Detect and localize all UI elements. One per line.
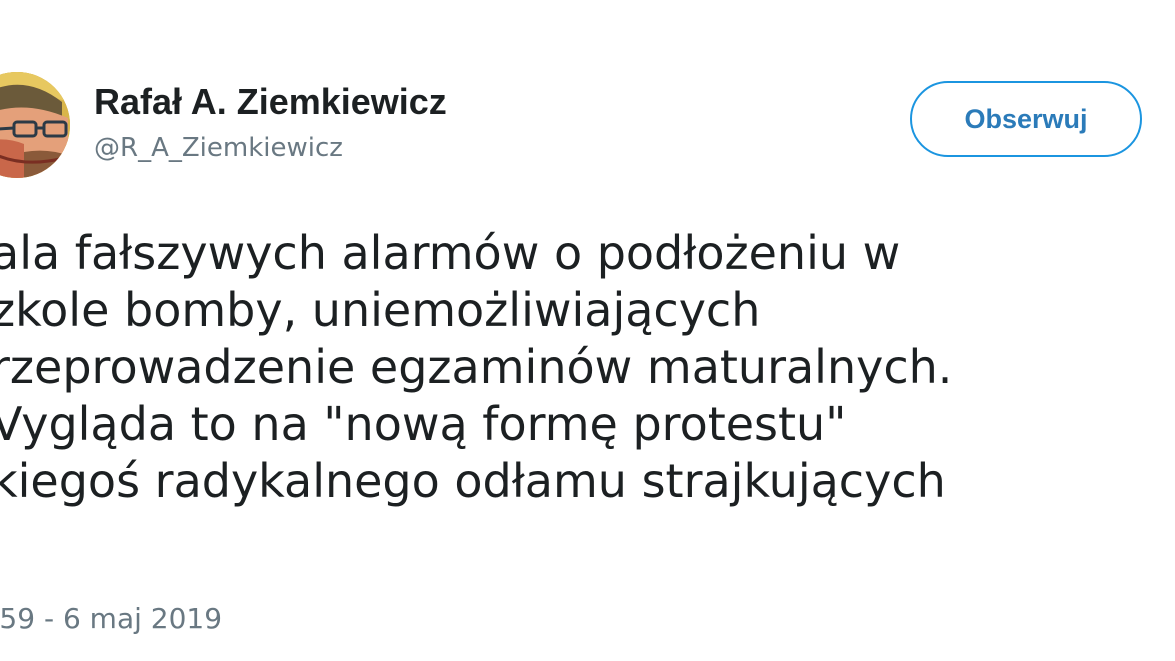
tweet-text: ala fałszywych alarmów o podłożeniu w zk…: [0, 225, 1175, 510]
author-avatar[interactable]: [0, 72, 70, 178]
tweet-text-line: ala fałszywych alarmów o podłożeniu w: [0, 226, 901, 280]
tweet-text-line: kiegoś radykalnego odłamu strajkujących: [0, 454, 946, 508]
author-display-name[interactable]: Rafał A. Ziemkiewicz: [94, 80, 447, 124]
tweet-text-line: rzeprowadzenie egzaminów maturalnych.: [0, 340, 953, 394]
avatar-portrait-image: [0, 72, 70, 178]
author-handle[interactable]: @R_A_Ziemkiewicz: [94, 130, 343, 166]
tweet-timestamp[interactable]: :59 - 6 maj 2019: [0, 601, 222, 637]
tweet-text-line: zkole bomby, uniemożliwiających: [0, 283, 761, 337]
tweet-text-line: Vygląda to na "nową formę protestu": [0, 397, 847, 451]
follow-button-label: Obserwuj: [964, 103, 1088, 134]
tweet-card: Rafał A. Ziemkiewicz @R_A_Ziemkiewicz Ob…: [0, 0, 1175, 661]
follow-button[interactable]: Obserwuj: [910, 81, 1142, 157]
